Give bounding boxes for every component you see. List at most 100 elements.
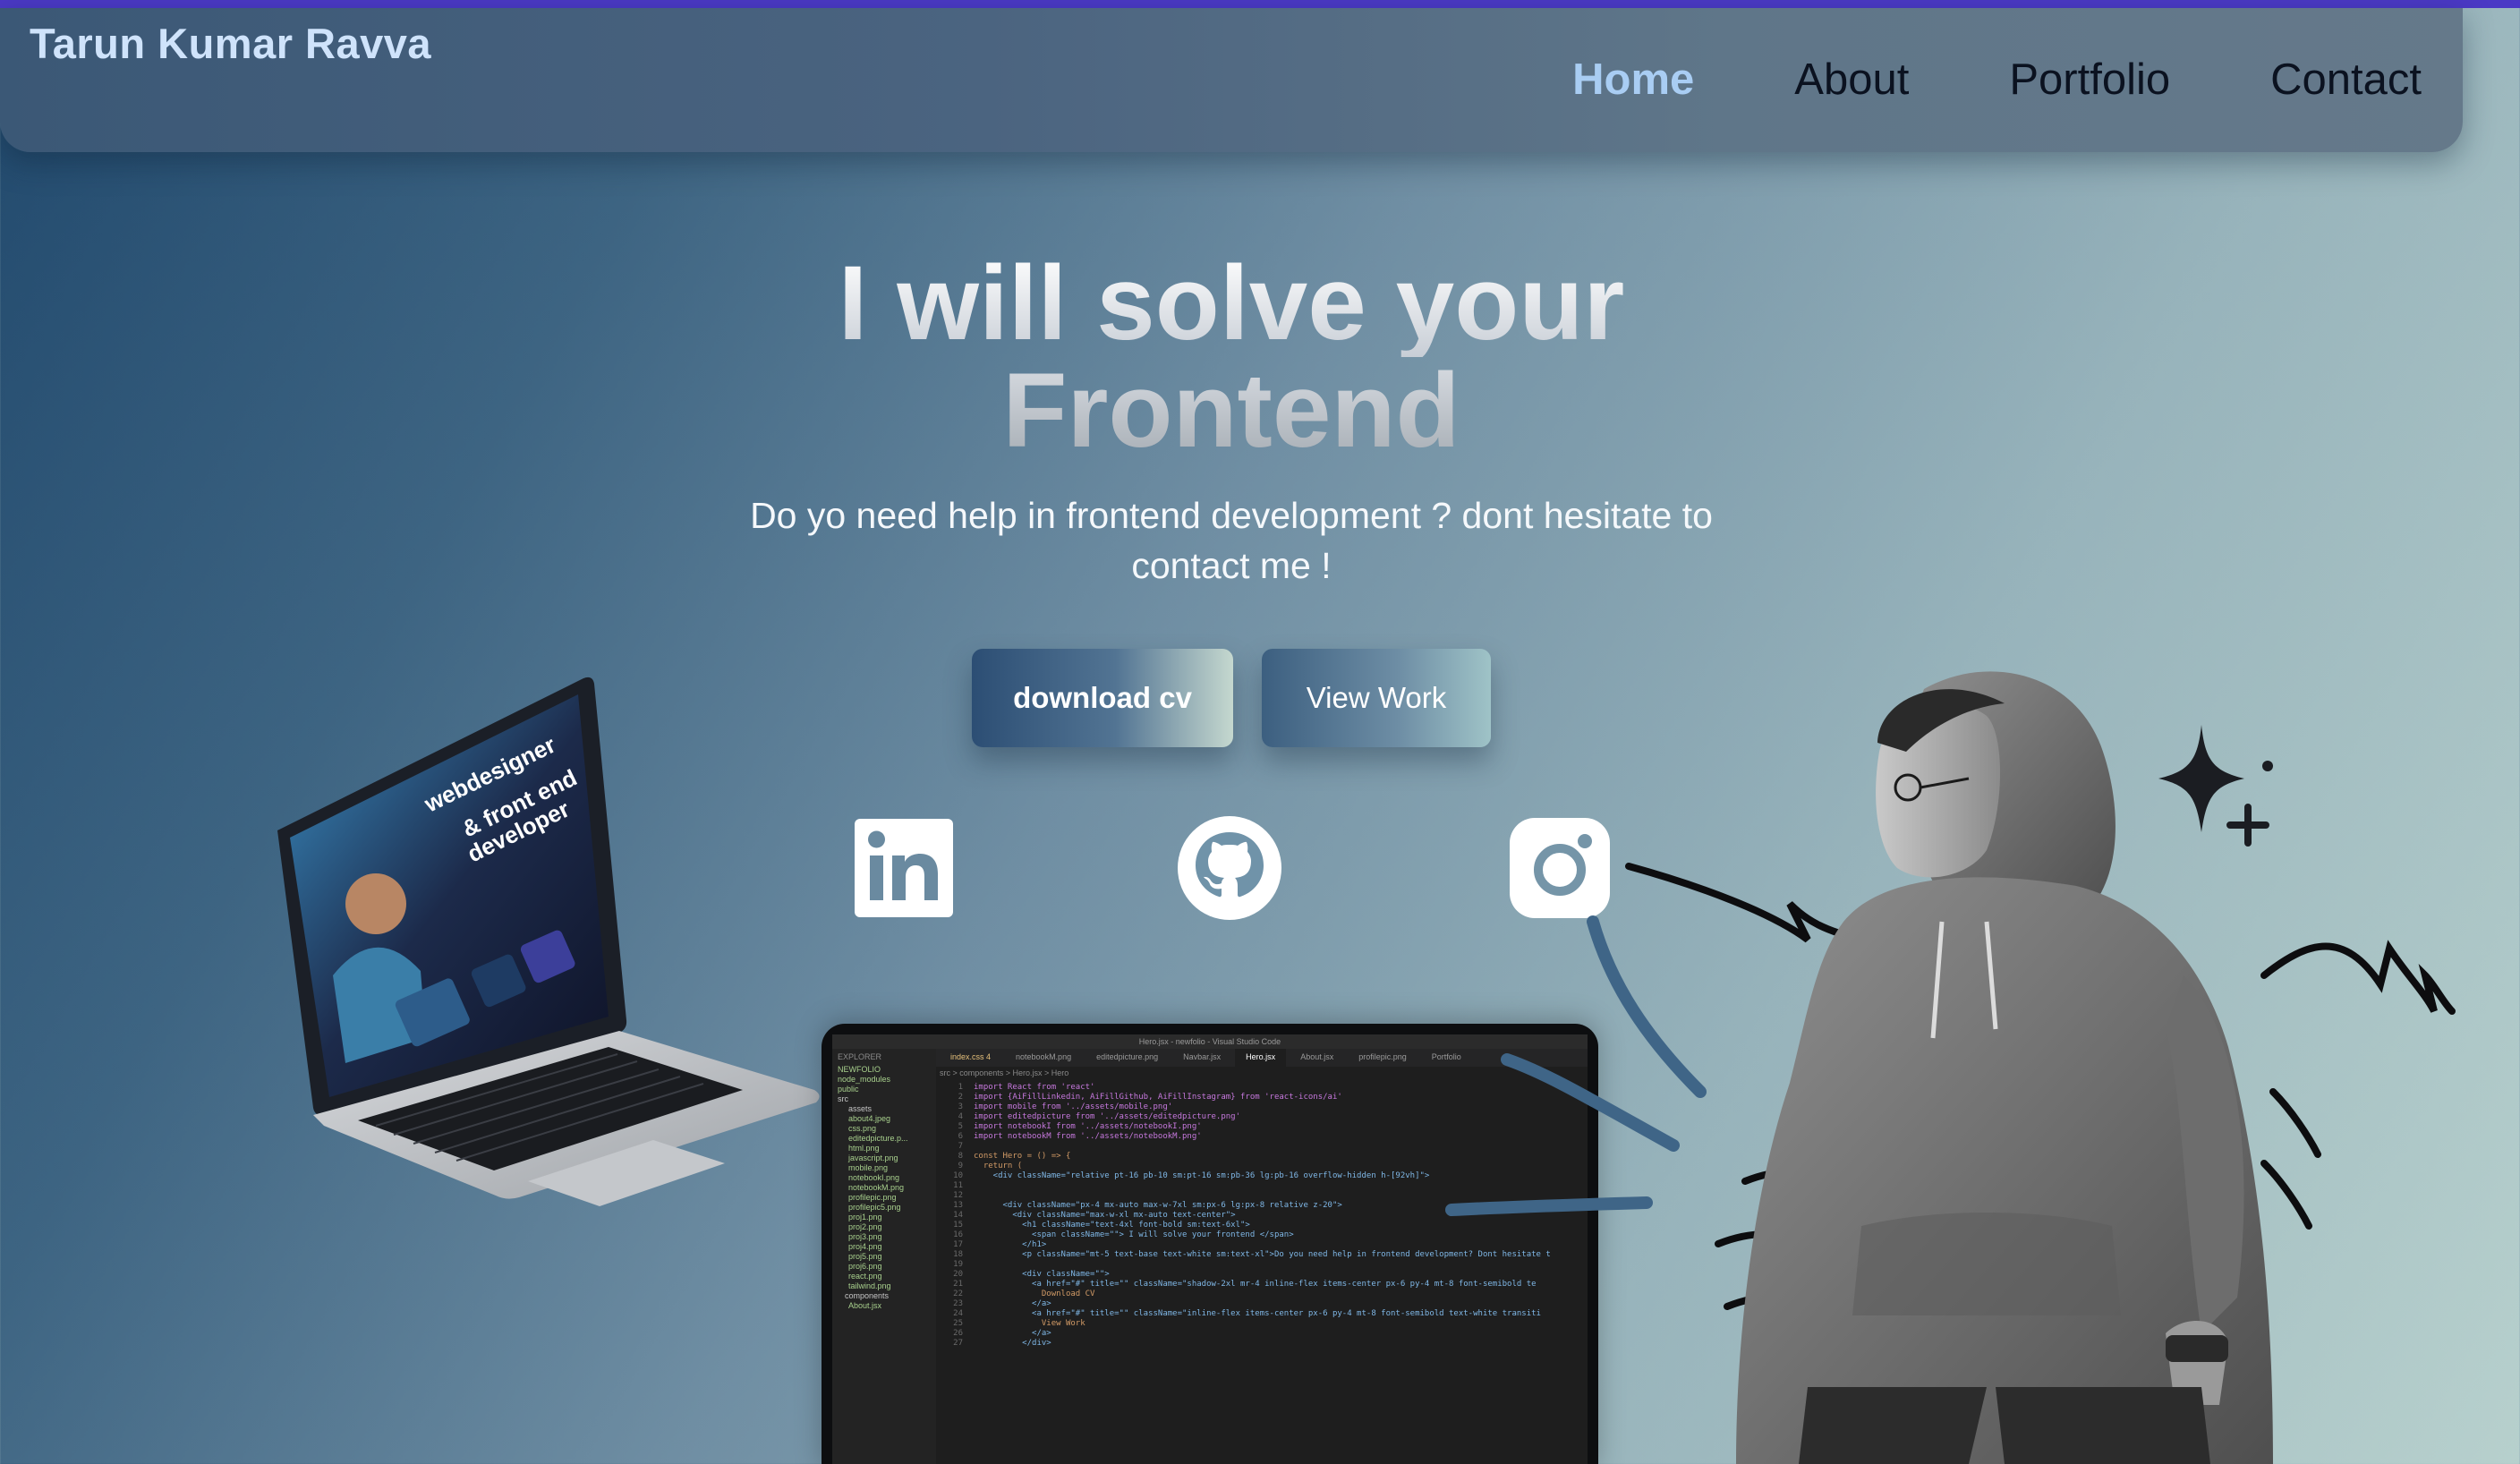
- file-tree-item[interactable]: proj6.png: [838, 1262, 936, 1272]
- file-tree-item[interactable]: proj4.png: [838, 1242, 936, 1252]
- line-number: 6: [958, 1132, 963, 1141]
- editor-explorer: EXPLORER NEWFOLIO node_modules public src as…: [832, 1049, 936, 1464]
- line-number: 15: [953, 1221, 963, 1230]
- linkedin-icon[interactable]: [850, 814, 958, 922]
- top-accent-bar: [0, 0, 2520, 8]
- editor-tab-active[interactable]: Hero.jsx: [1235, 1049, 1287, 1067]
- code-text: <div className="">: [974, 1270, 1110, 1279]
- line-number: 22: [953, 1290, 963, 1298]
- line-number: 9: [958, 1162, 963, 1170]
- file-tree-item[interactable]: NEWFOLIO: [838, 1065, 936, 1075]
- file-tree-item[interactable]: assets: [838, 1104, 936, 1114]
- line-number: 13: [953, 1201, 963, 1210]
- line-number: 25: [953, 1319, 963, 1328]
- code-text: <div className="max-w-xl mx-auto text-ce…: [974, 1211, 1236, 1220]
- explorer-title: EXPLORER: [838, 1052, 882, 1061]
- nav-contact-link[interactable]: Contact: [2270, 55, 2422, 105]
- file-tree-item[interactable]: profilepic5.png: [838, 1203, 936, 1213]
- code-text: <h1 className="text-4xl font-bold sm:tex…: [974, 1221, 1250, 1230]
- brand-name[interactable]: Tarun Kumar Ravva: [30, 19, 431, 68]
- file-tree-item[interactable]: mobile.png: [838, 1163, 936, 1173]
- file-tree-item[interactable]: proj5.png: [838, 1252, 936, 1262]
- file-tree-item[interactable]: proj1.png: [838, 1213, 936, 1222]
- code-text: <div className="px-4 mx-auto max-w-7xl s…: [974, 1201, 1342, 1210]
- line-number: 18: [953, 1250, 963, 1259]
- editor-tab[interactable]: editedpicture.png: [1085, 1049, 1169, 1067]
- code-text: import notebookI from '../assets/noteboo…: [974, 1122, 1202, 1131]
- nav-about-link[interactable]: About: [1794, 55, 1909, 105]
- file-tree-item[interactable]: proj3.png: [838, 1232, 936, 1242]
- file-tree-item[interactable]: tailwind.png: [838, 1281, 936, 1291]
- line-number: 7: [958, 1142, 963, 1151]
- line-number: 3: [958, 1102, 963, 1111]
- line-number: 11: [953, 1181, 963, 1190]
- code-text: </h1>: [974, 1240, 1047, 1249]
- line-number: 8: [958, 1152, 963, 1161]
- line-number: 2: [958, 1093, 963, 1102]
- nav-home-link[interactable]: Home: [1572, 55, 1694, 105]
- code-text: Download CV: [974, 1290, 1095, 1298]
- line-number: 23: [953, 1299, 963, 1308]
- download-cv-button[interactable]: download cv: [972, 649, 1233, 747]
- line-number: 10: [953, 1171, 963, 1180]
- file-tree-item[interactable]: html.png: [838, 1144, 936, 1153]
- code-text: import mobile from '../assets/mobile.png…: [974, 1102, 1173, 1111]
- nav-portfolio-link[interactable]: Portfolio: [2009, 55, 2170, 105]
- code-text: <span className=""> I will solve your fr…: [974, 1230, 1294, 1239]
- editor-tab[interactable]: About.jsx: [1290, 1049, 1344, 1067]
- file-tree: NEWFOLIO node_modules public src assets about…: [838, 1065, 936, 1311]
- file-tree-item[interactable]: proj2.png: [838, 1222, 936, 1232]
- line-number: 14: [953, 1211, 963, 1220]
- file-tree-item[interactable]: About.jsx: [838, 1301, 936, 1311]
- code-text: View Work: [974, 1319, 1085, 1328]
- headline-line-1: I will solve your: [0, 250, 2463, 357]
- code-text: const Hero = () => {: [974, 1152, 1071, 1161]
- code-text: </div>: [974, 1339, 1051, 1348]
- file-tree-item[interactable]: profilepic.png: [838, 1193, 936, 1203]
- headline-line-2: Frontend: [0, 357, 2463, 464]
- code-text: </a>: [974, 1329, 1051, 1338]
- editor-tab[interactable]: Navbar.jsx: [1172, 1049, 1231, 1067]
- line-number: 19: [953, 1260, 963, 1269]
- navbar: Tarun Kumar Ravva Home About Portfolio C…: [0, 8, 2463, 152]
- file-tree-item[interactable]: about4.jpeg: [838, 1114, 936, 1124]
- line-number: 20: [953, 1270, 963, 1279]
- code-text: import React from 'react': [974, 1083, 1095, 1092]
- line-number: 16: [953, 1230, 963, 1239]
- code-text: import notebookM from '../assets/noteboo…: [974, 1132, 1202, 1141]
- code-text: import editedpicture from '../assets/edi…: [974, 1112, 1241, 1121]
- code-text: </a>: [974, 1299, 1051, 1308]
- file-tree-item[interactable]: public: [838, 1085, 936, 1094]
- file-tree-item[interactable]: notebookI.png: [838, 1173, 936, 1183]
- hero-subtitle: Do yo need help in frontend development …: [750, 495, 1713, 586]
- line-number: 21: [953, 1280, 963, 1289]
- file-tree-item[interactable]: notebookM.png: [838, 1183, 936, 1193]
- person-in-hoodie-image: [1736, 671, 2273, 1464]
- line-number: 12: [953, 1191, 963, 1200]
- hero-headline: I will solve your Frontend: [0, 250, 2463, 464]
- line-number: 4: [958, 1112, 963, 1121]
- file-tree-item[interactable]: components: [838, 1291, 936, 1301]
- line-number: 1: [958, 1083, 963, 1092]
- editor-tab[interactable]: index.css 4: [940, 1049, 1001, 1067]
- github-icon[interactable]: [1176, 814, 1283, 922]
- line-number: 17: [953, 1240, 963, 1249]
- monitor-camera-notch: [1183, 1024, 1237, 1034]
- laptop-mockup-image: webdesigner & front end developer: [277, 677, 820, 1206]
- line-number: 26: [953, 1329, 963, 1338]
- file-tree-item[interactable]: node_modules: [838, 1075, 936, 1085]
- line-number: 5: [958, 1122, 963, 1131]
- editor-tab[interactable]: notebookM.png: [1005, 1049, 1082, 1067]
- file-tree-item[interactable]: css.png: [838, 1124, 936, 1134]
- code-text: return (: [974, 1162, 1023, 1170]
- file-tree-item[interactable]: javascript.png: [838, 1153, 936, 1163]
- line-number: 27: [953, 1339, 963, 1348]
- nav-links: Home About Portfolio Contact: [1572, 55, 2422, 105]
- line-number: 24: [953, 1309, 963, 1318]
- file-tree-item[interactable]: react.png: [838, 1272, 936, 1281]
- editor-tab[interactable]: profilepic.png: [1348, 1049, 1418, 1067]
- editor-breadcrumb: src > components > Hero.jsx > Hero: [940, 1068, 1069, 1077]
- file-tree-item[interactable]: src: [838, 1094, 936, 1104]
- file-tree-item[interactable]: editedpicture.p...: [838, 1134, 936, 1144]
- code-text: <div className="relative pt-16 pb-10 sm:…: [974, 1171, 1430, 1180]
